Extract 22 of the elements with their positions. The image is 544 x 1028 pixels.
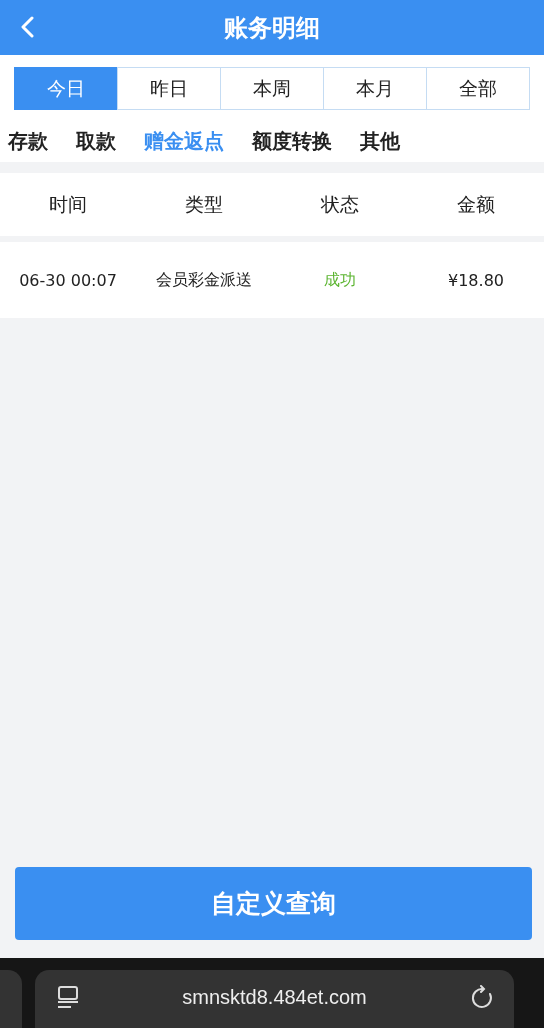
category-tab[interactable]: 取款 (76, 128, 116, 154)
page-title: 账务明细 (224, 12, 320, 44)
column-header: 时间 (49, 191, 87, 217)
category-tab[interactable]: 其他 (360, 128, 400, 154)
reload-icon[interactable] (470, 985, 494, 1009)
address-bar[interactable]: smnsktd8.484et.com (35, 970, 514, 1028)
category-tab[interactable]: 存款 (8, 128, 48, 154)
period-tab[interactable]: 全部 (426, 67, 530, 110)
category-tab[interactable]: 额度转换 (252, 128, 332, 154)
column-header: 状态 (321, 191, 359, 217)
period-tab[interactable]: 本周 (220, 67, 324, 110)
page-menu-icon[interactable] (57, 985, 79, 1009)
url-text: smnsktd8.484et.com (182, 985, 367, 1009)
table-cell: 06-30 00:07 (19, 270, 117, 290)
column-header: 类型 (185, 191, 223, 217)
column-header: 金额 (457, 191, 495, 217)
table-cell: 会员彩金派送 (156, 269, 252, 291)
period-tab[interactable]: 昨日 (117, 67, 221, 110)
table-cell: ¥18.80 (448, 270, 504, 290)
status-cell: 成功 (324, 269, 356, 291)
period-tab[interactable]: 本月 (323, 67, 427, 110)
back-icon[interactable] (20, 16, 34, 38)
